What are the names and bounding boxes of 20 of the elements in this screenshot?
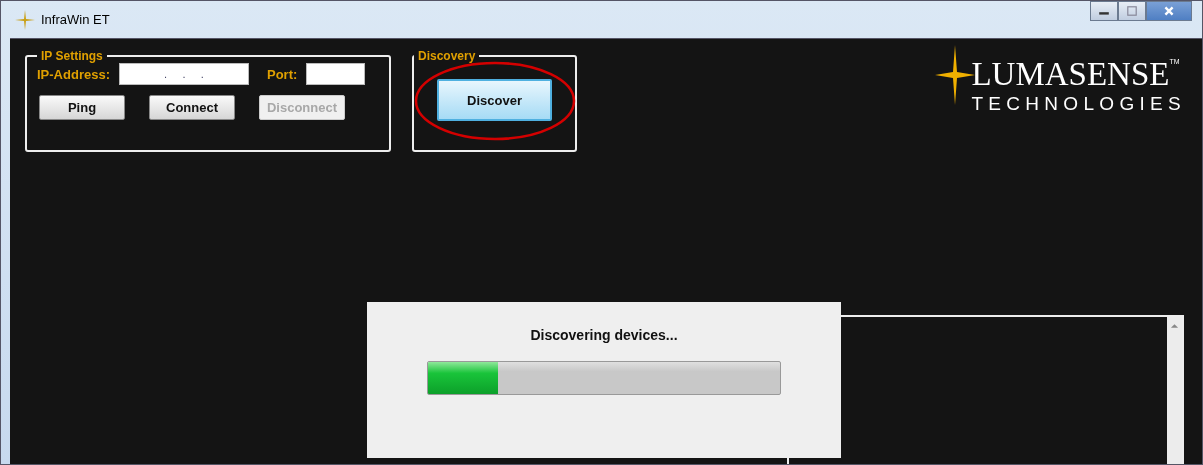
close-icon[interactable] — [1163, 5, 1175, 17]
panel-title: Discovery — [417, 49, 477, 63]
action-button[interactable]: Connect — [149, 95, 235, 120]
logo-name: LUMASENSE — [971, 57, 1170, 91]
field-label: IP-Address: — [37, 66, 110, 82]
progress-message: Discovering devices... — [530, 327, 678, 343]
maximize-button[interactable] — [1118, 1, 1146, 21]
field-label: Port: — [266, 66, 298, 82]
scroll-up-icon[interactable] — [1170, 323, 1179, 329]
logo-subtitle: TECHNOLOGIES — [971, 93, 1186, 115]
minimize-button[interactable] — [1090, 1, 1118, 21]
port-field[interactable] — [306, 63, 366, 85]
discover-button[interactable]: Discover — [437, 79, 552, 121]
scrollbar[interactable] — [1167, 317, 1182, 464]
ip-address-field[interactable]: . . . — [118, 63, 249, 85]
window-title: InfraWin ET — [41, 12, 110, 27]
action-button[interactable]: Ping — [39, 95, 125, 120]
maximize-icon[interactable] — [1126, 5, 1138, 17]
close-button[interactable] — [1146, 1, 1192, 21]
panel-title: IP Settings — [40, 49, 104, 63]
